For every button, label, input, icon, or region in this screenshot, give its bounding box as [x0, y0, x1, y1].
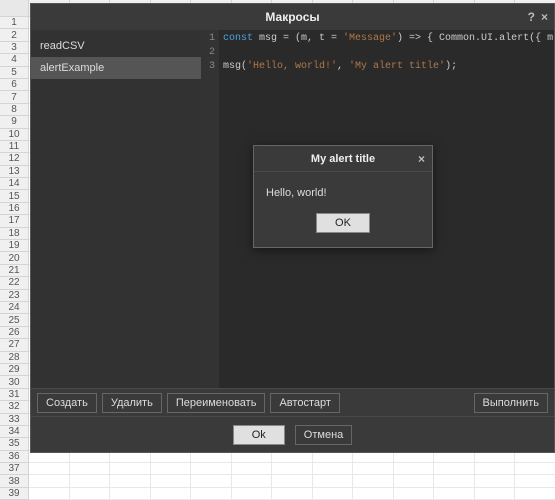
row-header[interactable]: 30 [0, 376, 29, 388]
row-header[interactable]: 32 [0, 401, 29, 413]
editor-gutter: 123 [201, 30, 219, 388]
row-header[interactable]: 4 [0, 54, 29, 66]
alert-title: My alert title [311, 153, 375, 165]
close-icon[interactable]: × [541, 10, 548, 24]
row-header[interactable]: 21 [0, 265, 29, 277]
row-header[interactable]: 3 [0, 42, 29, 54]
row-header[interactable]: 27 [0, 339, 29, 351]
row-header[interactable]: 8 [0, 104, 29, 116]
row-header[interactable]: 37 [0, 463, 29, 475]
close-icon[interactable]: × [418, 152, 425, 166]
row-header[interactable]: 14 [0, 178, 29, 190]
row-header[interactable]: 11 [0, 141, 29, 153]
row-header[interactable]: 39 [0, 488, 29, 500]
run-button[interactable]: Выполнить [474, 393, 548, 413]
row-header[interactable]: 15 [0, 190, 29, 202]
alert-dialog: My alert title × Hello, world! OK [253, 145, 433, 248]
row-header[interactable]: 5 [0, 67, 29, 79]
row-header[interactable]: 6 [0, 79, 29, 91]
row-header[interactable]: 10 [0, 129, 29, 141]
row-header[interactable]: 16 [0, 203, 29, 215]
row-header[interactable]: 25 [0, 314, 29, 326]
ok-button[interactable]: Ok [233, 425, 285, 445]
create-button[interactable]: Создать [37, 393, 97, 413]
alert-message: Hello, world! [254, 172, 432, 207]
cancel-button[interactable]: Отмена [295, 425, 352, 445]
dialog-title: Макросы [265, 10, 319, 24]
row-header[interactable]: 12 [0, 153, 29, 165]
macro-list: readCSValertExample [31, 35, 201, 383]
row-header[interactable]: 17 [0, 215, 29, 227]
macro-list-sidebar: readCSValertExample [31, 30, 201, 388]
row-header[interactable]: 33 [0, 414, 29, 426]
row-header[interactable]: 9 [0, 116, 29, 128]
row-header[interactable]: 31 [0, 389, 29, 401]
row-header[interactable]: 20 [0, 252, 29, 264]
row-header[interactable]: 28 [0, 352, 29, 364]
row-header[interactable]: 19 [0, 240, 29, 252]
help-icon[interactable]: ? [528, 10, 535, 24]
select-all-corner[interactable] [0, 0, 29, 17]
row-header[interactable]: 7 [0, 91, 29, 103]
dialog-titlebar[interactable]: Макросы ? × [31, 4, 554, 30]
macro-list-item[interactable]: alertExample [31, 57, 201, 79]
row-header[interactable]: 23 [0, 290, 29, 302]
row-header[interactable]: 29 [0, 364, 29, 376]
row-header[interactable]: 22 [0, 277, 29, 289]
dialog-footer: Ok Отмена [31, 416, 554, 452]
row-header[interactable]: 24 [0, 302, 29, 314]
alert-ok-button[interactable]: OK [316, 213, 370, 233]
row-header[interactable]: 18 [0, 228, 29, 240]
rename-button[interactable]: Переименовать [167, 393, 266, 413]
row-header[interactable]: 38 [0, 475, 29, 487]
row-header[interactable]: 26 [0, 327, 29, 339]
row-header[interactable]: 35 [0, 438, 29, 450]
row-header[interactable]: 2 [0, 29, 29, 41]
alert-titlebar[interactable]: My alert title × [254, 146, 432, 172]
delete-button[interactable]: Удалить [102, 393, 162, 413]
macro-toolbar: Создать Удалить Переименовать Автостарт … [31, 388, 554, 416]
row-header[interactable]: 34 [0, 426, 29, 438]
row-headers: 1234567891011121314151617181920212223242… [0, 17, 29, 500]
row-header[interactable]: 36 [0, 451, 29, 463]
row-header[interactable]: 13 [0, 166, 29, 178]
macro-list-item[interactable]: readCSV [31, 35, 201, 57]
row-header[interactable]: 1 [0, 17, 29, 29]
autostart-button[interactable]: Автостарт [270, 393, 339, 413]
